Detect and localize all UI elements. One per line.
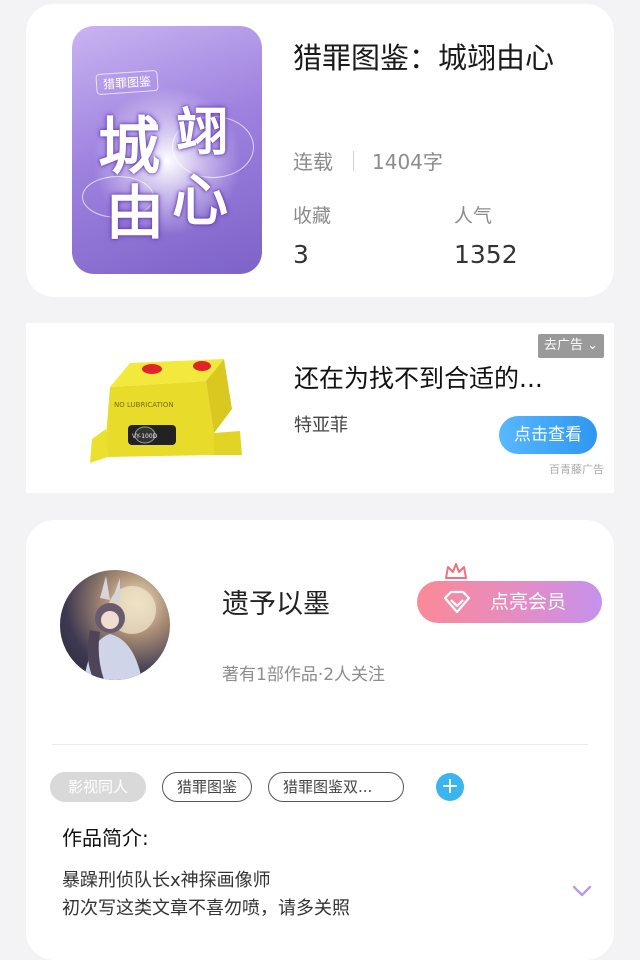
popularity-count: 1352	[454, 240, 518, 269]
expand-chevron-icon[interactable]	[572, 884, 592, 898]
tag-series[interactable]: 猎罪图鉴	[162, 772, 253, 802]
avatar[interactable]	[60, 570, 170, 680]
tag-list: 影视同人 猎罪图鉴 猎罪图鉴双... +	[50, 772, 465, 802]
cover-title-char: 由	[106, 179, 165, 247]
status-divider	[353, 150, 354, 171]
activate-vip-button[interactable]: 点亮会员	[417, 581, 602, 623]
cover-title-char: 翊	[176, 102, 229, 163]
avatar-illustration	[84, 576, 156, 680]
vip-button-label: 点亮会员	[490, 591, 567, 613]
remove-ad-label: 去广告	[543, 338, 583, 353]
crown-icon	[445, 563, 467, 579]
tag-series-pairing[interactable]: 猎罪图鉴双...	[268, 772, 405, 802]
ad-banner[interactable]: NO LUBRICATION VY-100D 还在为找不到合适的... 特亚菲 …	[26, 323, 614, 493]
synopsis-line: 初次写这类文章不喜勿喷，请多关照	[62, 898, 350, 919]
popularity-label: 人气	[454, 205, 493, 227]
book-title: 猎罪图鉴：城翊由心	[293, 41, 555, 75]
author-name[interactable]: 遗予以墨	[222, 582, 330, 621]
book-cover[interactable]: 猎罪图鉴 城 翊 由 心	[72, 26, 262, 274]
ad-title[interactable]: 还在为找不到合适的...	[294, 359, 543, 395]
ad-product-image: NO LUBRICATION VY-100D	[90, 359, 242, 463]
synopsis-label: 作品简介:	[62, 826, 149, 850]
chevron-down-icon: ⌄	[587, 338, 598, 353]
serial-status: 连载	[293, 150, 333, 174]
word-count: 1404字	[372, 150, 443, 174]
cover-title-char: 心	[172, 168, 228, 234]
remove-ad-button[interactable]: 去广告 ⌄	[537, 334, 604, 358]
cover-series-tag: 猎罪图鉴	[95, 69, 159, 96]
book-status-row: 连载 1404字	[293, 146, 443, 175]
ad-source: 百青藤广告	[549, 463, 604, 476]
divider	[52, 744, 588, 745]
ad-brand: 特亚菲	[294, 415, 348, 436]
synopsis-line: 暴躁刑侦队长x神探画像师	[62, 870, 271, 891]
ad-view-button[interactable]: 点击查看	[499, 416, 597, 454]
book-info-card: 猎罪图鉴 城 翊 由 心 猎罪图鉴：城翊由心 连载 1404字 收藏 3 人气 …	[26, 4, 614, 297]
ad-product-text: NO LUBRICATION	[114, 401, 174, 409]
author-meta: 著有1部作品·2人关注	[222, 665, 386, 685]
ad-product-model: VY-100D	[132, 433, 158, 440]
favorites-count: 3	[293, 240, 309, 269]
add-tag-button[interactable]: +	[436, 773, 465, 801]
diamond-icon	[443, 590, 471, 614]
author-card: 遗予以墨 著有1部作品·2人关注 点亮会员 影视同人 猎罪图鉴 猎罪图鉴双...…	[26, 520, 614, 960]
tag-fanfic[interactable]: 影视同人	[50, 772, 146, 802]
favorites-label: 收藏	[293, 205, 332, 227]
